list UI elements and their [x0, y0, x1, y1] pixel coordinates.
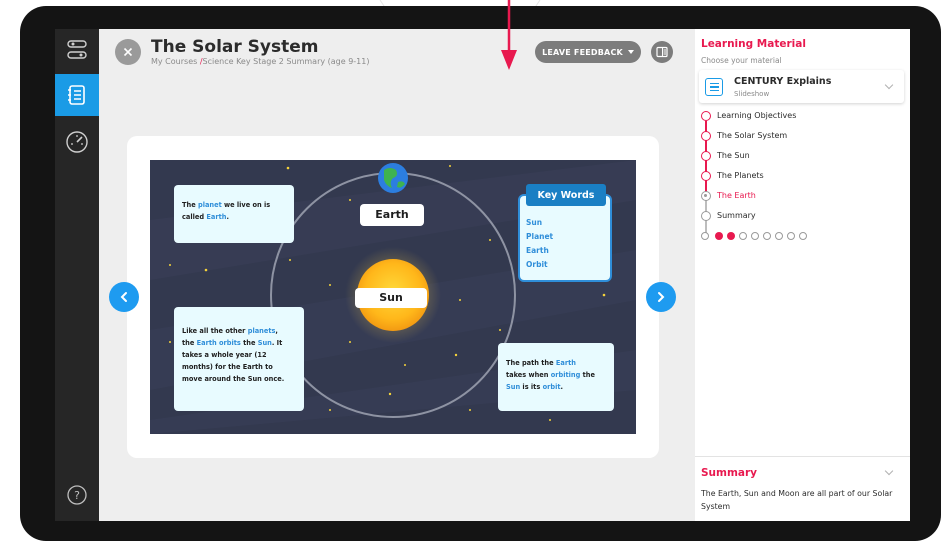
- nav-item-dashboard[interactable]: [55, 121, 99, 163]
- help-label: ?: [74, 489, 80, 502]
- summary-title[interactable]: Summary: [701, 467, 757, 479]
- page-dot-filled[interactable]: [715, 232, 723, 240]
- chevron-down-icon[interactable]: [884, 466, 894, 476]
- key-word: Orbit: [526, 260, 548, 269]
- toggle-panel-button[interactable]: [651, 41, 673, 63]
- dashboard-icon: [66, 131, 88, 153]
- sun-label: Sun: [355, 288, 427, 308]
- page-dot[interactable]: [799, 232, 807, 240]
- divider: [695, 456, 910, 457]
- caret-down-icon: [627, 50, 634, 54]
- section-label: The Earth: [717, 191, 756, 200]
- section-todo-dot: [701, 211, 711, 221]
- help-icon: ?: [67, 485, 87, 505]
- section-done-dot: [701, 111, 711, 121]
- page-dot[interactable]: [763, 232, 771, 240]
- section-label: Learning Objectives: [717, 111, 797, 120]
- path-icon: [67, 40, 87, 59]
- next-slide-button[interactable]: [646, 282, 676, 312]
- key-word: Planet: [526, 232, 554, 241]
- key-words-title: Key Words: [526, 184, 606, 206]
- nav-item-path[interactable]: [55, 29, 99, 71]
- material-type: Slideshow: [734, 90, 770, 98]
- app-screen: ? The Solar System My Courses /Science K…: [55, 29, 910, 521]
- breadcrumb-courses[interactable]: My Courses: [151, 57, 200, 66]
- slide-image: The planet we live on is called Earth. L…: [150, 160, 636, 434]
- panel-title: Learning Material: [701, 38, 806, 50]
- page-title: The Solar System: [151, 37, 319, 57]
- nav-item-notebook[interactable]: [55, 74, 99, 116]
- earth-graphic: [378, 163, 408, 193]
- bubble-planet: The planet we live on is called Earth.: [174, 185, 294, 243]
- breadcrumb-page[interactable]: Science Key Stage 2 Summary (age 9-11): [203, 57, 370, 66]
- pointer-arrow-icon: [501, 0, 517, 70]
- section-label: Summary: [717, 211, 756, 220]
- slideshow-icon: [705, 78, 723, 96]
- earth-label: Earth: [360, 204, 424, 226]
- page-dot[interactable]: [739, 232, 747, 240]
- panel-layout-icon: [656, 46, 668, 58]
- panel-subtitle: Choose your material: [701, 56, 782, 65]
- leave-feedback-label: LEAVE FEEDBACK: [542, 47, 623, 57]
- key-word: Sun: [526, 218, 543, 227]
- section-done-dot: [701, 131, 711, 141]
- close-button[interactable]: [115, 39, 141, 65]
- section-label: The Solar System: [717, 131, 788, 140]
- chevron-down-icon: [884, 80, 894, 90]
- leave-feedback-button[interactable]: LEAVE FEEDBACK: [535, 41, 641, 63]
- section-done-dot: [701, 151, 711, 161]
- chevron-left-icon: [120, 292, 127, 302]
- summary-text: The Earth, Sun and Moon are all part of …: [701, 489, 893, 511]
- bubble-orbit-explain: Like all the other planets, the Earth or…: [174, 307, 304, 411]
- breadcrumb: My Courses /Science Key Stage 2 Summary …: [151, 57, 369, 66]
- material-name: CENTURY Explains: [734, 76, 832, 87]
- page-dot-filled[interactable]: [727, 232, 735, 240]
- nav-item-help[interactable]: ?: [55, 474, 99, 516]
- page-dot[interactable]: [775, 232, 783, 240]
- page-dot[interactable]: [787, 232, 795, 240]
- previous-slide-button[interactable]: [109, 282, 139, 312]
- page-dot: [701, 232, 709, 240]
- section-label: The Sun: [717, 151, 750, 160]
- learning-material-panel: Learning Material Choose your material C…: [695, 29, 910, 521]
- material-selector[interactable]: CENTURY Explains Slideshow: [699, 70, 904, 103]
- key-word: Earth: [526, 246, 549, 255]
- page-dot[interactable]: [751, 232, 759, 240]
- close-icon: [123, 47, 133, 57]
- bubble-orbit-path: The path the Earth takes when orbiting t…: [498, 343, 614, 411]
- section-done-dot: [701, 171, 711, 181]
- chevron-right-icon: [658, 292, 665, 302]
- notebook-icon: [68, 85, 85, 105]
- left-nav: ?: [55, 29, 99, 521]
- section-label: The Planets: [717, 171, 764, 180]
- section-current-dot: [701, 191, 711, 201]
